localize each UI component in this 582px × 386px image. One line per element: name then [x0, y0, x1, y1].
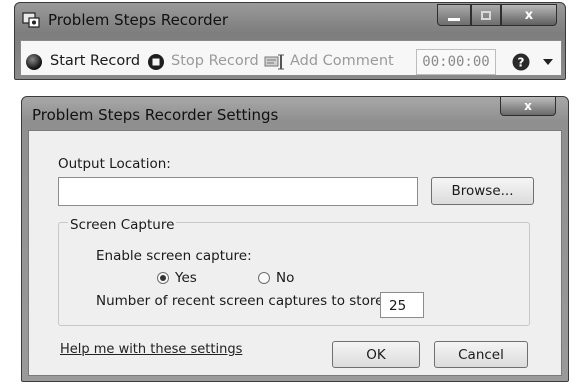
- app-icon: [22, 12, 40, 28]
- yes-label: Yes: [175, 270, 197, 286]
- dialog-close-button[interactable]: x: [500, 96, 556, 116]
- svg-text:?: ?: [518, 56, 525, 70]
- browse-label: Browse...: [451, 183, 514, 199]
- minimize-icon: [448, 17, 460, 21]
- start-record-label: Start Record: [50, 53, 141, 69]
- cancel-label: Cancel: [458, 346, 504, 363]
- start-record-button[interactable]: Start Record: [50, 53, 140, 69]
- browse-button[interactable]: Browse...: [431, 177, 534, 205]
- add-comment-label: Add Comment: [290, 53, 394, 69]
- close-icon: x: [524, 7, 534, 23]
- ok-button[interactable]: OK: [332, 341, 420, 368]
- maximize-button[interactable]: [471, 4, 501, 26]
- stop-record-label: Stop Record: [171, 53, 259, 69]
- output-location-label: Output Location:: [58, 156, 171, 172]
- no-radio[interactable]: [258, 272, 270, 284]
- enable-capture-label: Enable screen capture:: [96, 248, 252, 264]
- no-label: No: [276, 270, 295, 286]
- window-controls: x: [437, 4, 557, 26]
- window-title: Problem Steps Recorder: [48, 11, 229, 29]
- screen-capture-group-label: Screen Capture: [68, 217, 177, 233]
- minimize-button[interactable]: [437, 4, 471, 26]
- ok-label: OK: [366, 346, 386, 363]
- add-comment-button[interactable]: Add Comment: [290, 53, 394, 69]
- comment-icon: [264, 54, 284, 70]
- output-location-input[interactable]: [58, 177, 418, 206]
- dialog-title: Problem Steps Recorder Settings: [32, 106, 279, 124]
- help-settings-link[interactable]: Help me with these settings: [60, 342, 242, 357]
- captures-count-input[interactable]: 25: [380, 292, 424, 318]
- close-icon: x: [524, 99, 532, 113]
- close-button[interactable]: x: [501, 4, 557, 26]
- stop-record-button[interactable]: Stop Record: [171, 53, 259, 69]
- chevron-down-icon[interactable]: [543, 59, 553, 66]
- record-icon: [26, 54, 42, 70]
- stop-icon: [148, 54, 164, 70]
- captures-count-label: Number of recent screen captures to stor…: [96, 293, 388, 309]
- maximize-icon: [481, 10, 491, 20]
- help-icon[interactable]: ?: [512, 53, 530, 71]
- cancel-button[interactable]: Cancel: [434, 341, 528, 368]
- elapsed-timer: 00:00:00: [416, 49, 496, 75]
- yes-radio[interactable]: [157, 272, 169, 284]
